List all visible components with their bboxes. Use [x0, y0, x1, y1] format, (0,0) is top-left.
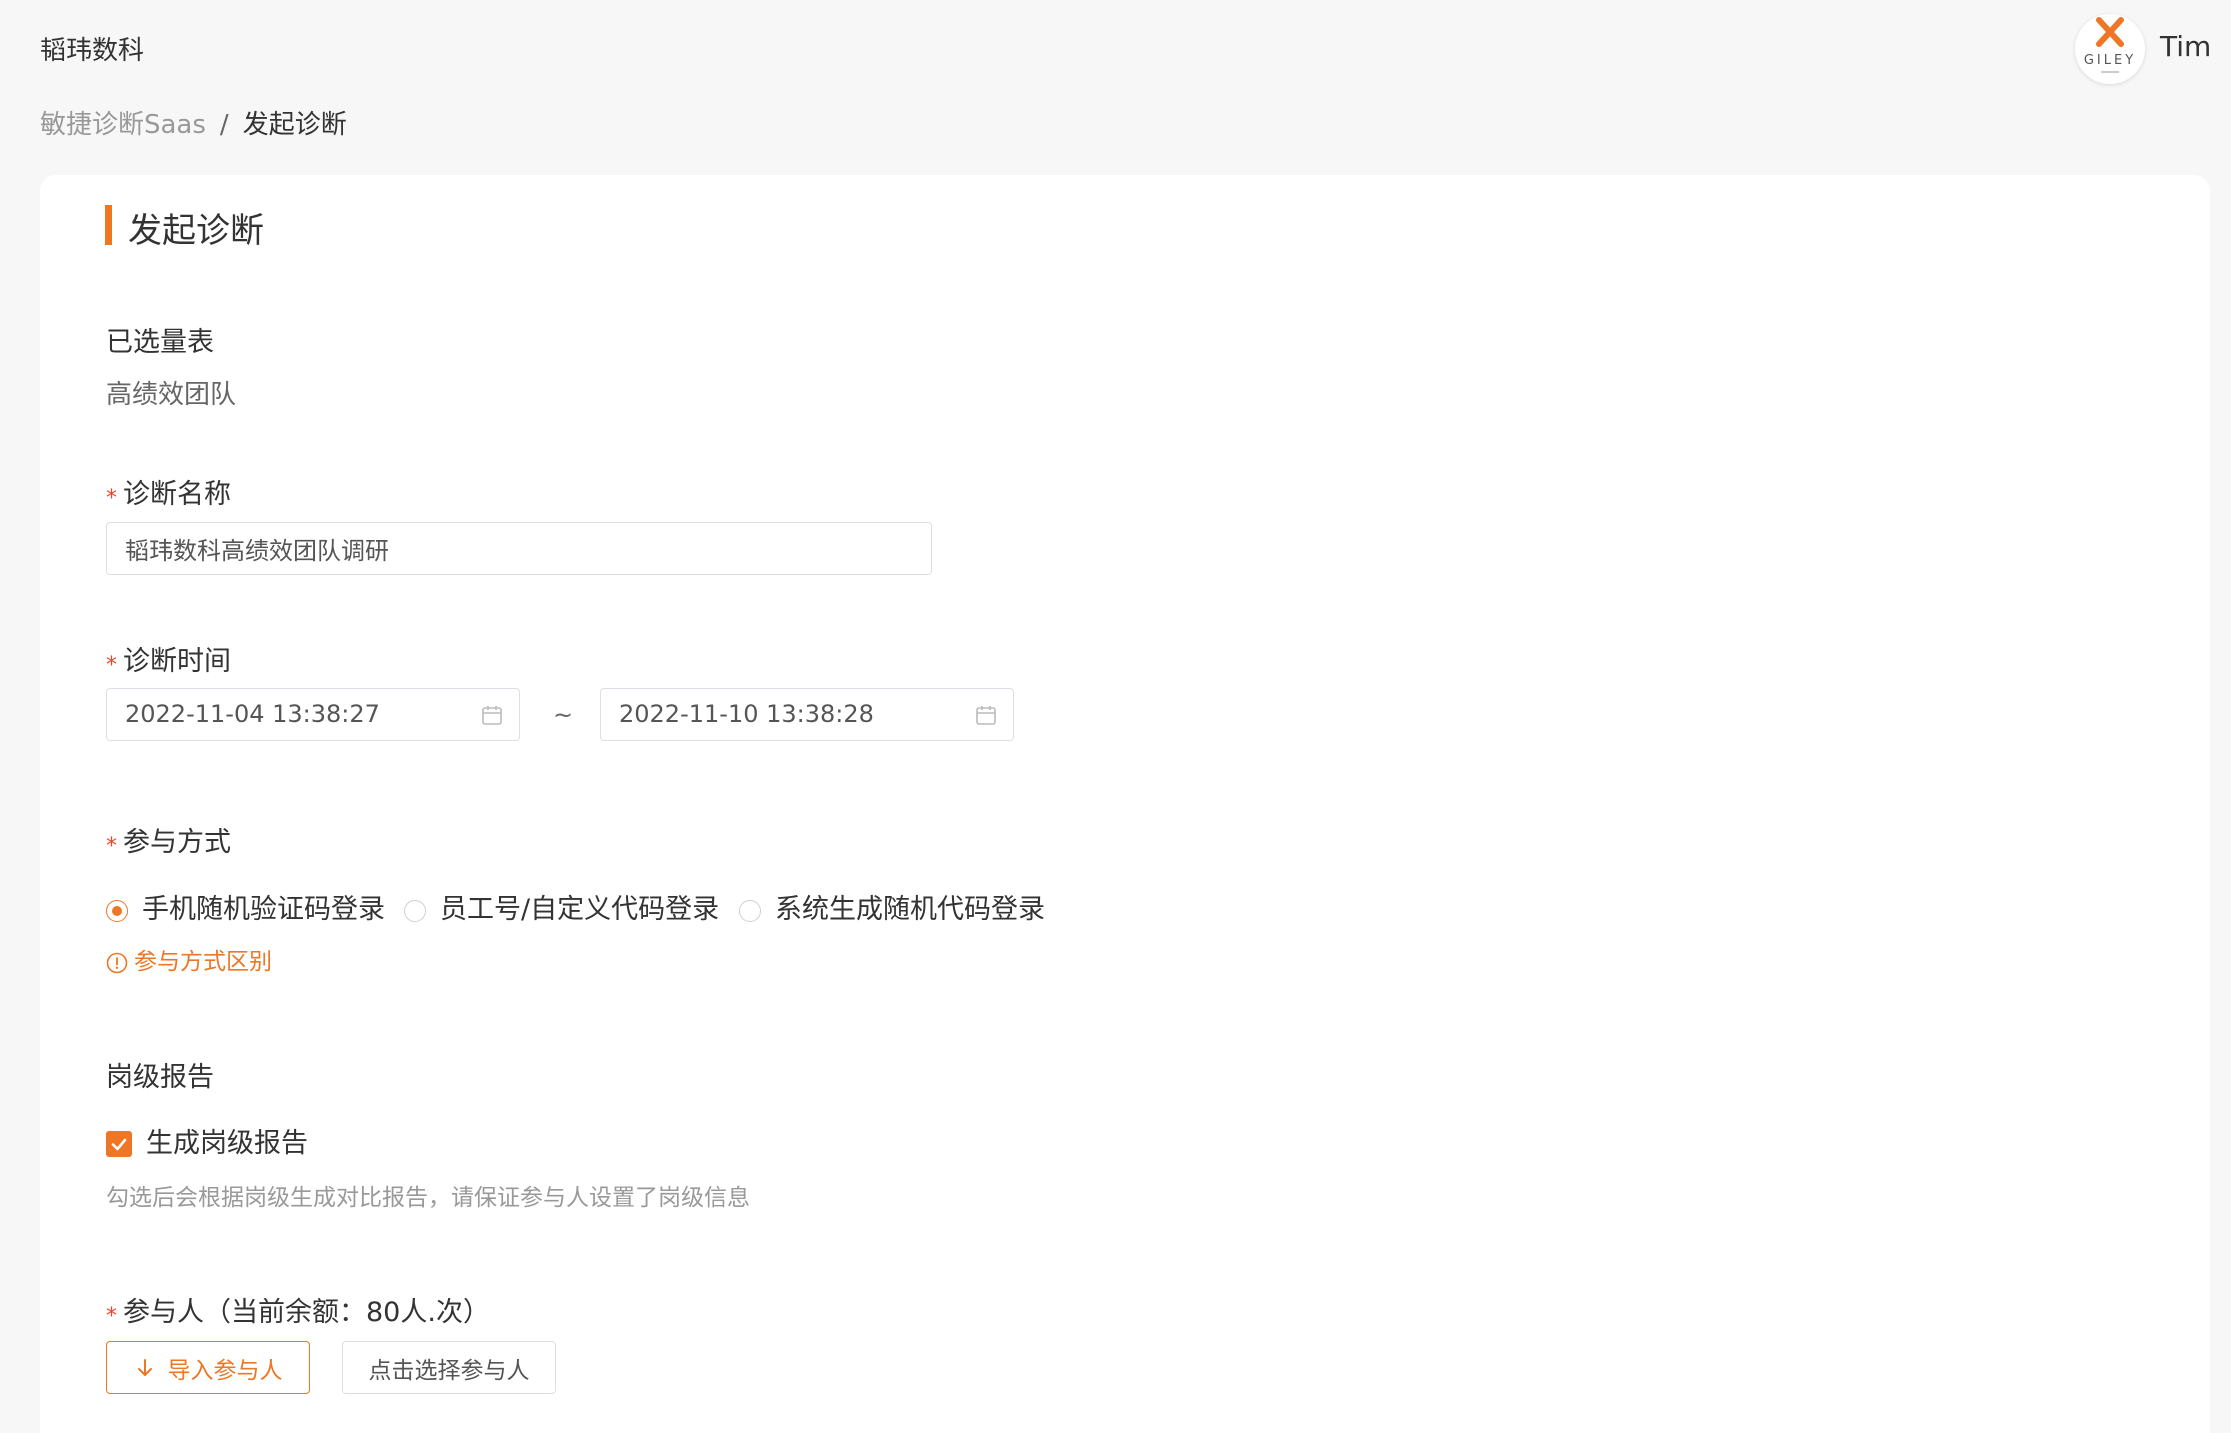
start-date-value: 2022-11-04 13:38:27 — [125, 700, 380, 728]
breadcrumb-current: 发起诊断 — [242, 110, 347, 140]
breadcrumb: 敏捷诊断Saas / 发起诊断 — [40, 104, 347, 141]
level-report-checkbox[interactable] — [106, 1131, 132, 1157]
select-participants-label: 点击选择参与人 — [368, 1357, 530, 1384]
required-mark: * — [106, 653, 117, 678]
breadcrumb-root-link[interactable]: 敏捷诊断Saas — [40, 110, 206, 140]
radio-button[interactable] — [739, 900, 761, 922]
end-date-value: 2022-11-10 13:38:28 — [619, 700, 874, 728]
participation-label: * 参与方式 — [106, 820, 231, 859]
calendar-icon[interactable] — [481, 704, 503, 726]
radio-option-phone-code[interactable]: 手机随机验证码登录 — [106, 887, 385, 926]
level-report-checkbox-label: 生成岗级报告 — [146, 1128, 308, 1159]
radio-button-checked[interactable] — [106, 900, 128, 922]
info-circle-icon — [106, 952, 128, 974]
form-card: 发起诊断 已选量表 高绩效团队 *诊断名称 *诊断时间 2022-11-04 1… — [40, 175, 2210, 1433]
required-mark: * — [106, 486, 117, 511]
start-date-picker[interactable]: 2022-11-04 13:38:27 — [106, 688, 520, 741]
import-participants-button[interactable]: 导入参与人 — [106, 1341, 310, 1394]
level-report-label: 岗级报告 — [106, 1062, 214, 1093]
participants-label-text: 参与人（当前余额：80人.次） — [123, 1297, 490, 1328]
participation-label-text: 参与方式 — [123, 827, 231, 858]
radio-option-system-code[interactable]: 系统生成随机代码登录 — [739, 887, 1045, 926]
selected-scale-label: 已选量表 — [106, 327, 214, 358]
avatar-logo-icon: GILEY — [2084, 17, 2136, 73]
check-icon — [111, 1138, 127, 1151]
user-name[interactable]: Tim — [2160, 30, 2211, 63]
avatar[interactable]: GILEY — [2075, 14, 2145, 84]
level-report-checkbox-row[interactable]: 生成岗级报告 — [106, 1121, 308, 1160]
radio-option-employee-code[interactable]: 员工号/自定义代码登录 — [404, 887, 719, 926]
breadcrumb-separator: / — [219, 110, 229, 140]
diagnosis-time-label-text: 诊断时间 — [123, 646, 231, 677]
top-bar: 韬玮数科 GILEY Tim — [0, 0, 2231, 96]
required-mark: * — [106, 834, 117, 859]
page-title: 发起诊断 — [128, 211, 264, 251]
avatar-logo-text: GILEY — [2084, 53, 2136, 68]
participation-diff-link[interactable]: 参与方式区别 — [106, 942, 272, 976]
brand-name: 韬玮数科 — [40, 36, 145, 66]
radio-option-label: 手机随机验证码登录 — [142, 894, 385, 925]
participants-label: * 参与人（当前余额：80人.次） — [106, 1290, 490, 1329]
radio-option-label: 系统生成随机代码登录 — [775, 894, 1045, 925]
arrow-down-icon — [137, 1358, 152, 1376]
diagnosis-name-input[interactable] — [106, 522, 932, 575]
level-report-hint: 勾选后会根据岗级生成对比报告，请保证参与人设置了岗级信息 — [106, 1185, 750, 1211]
date-range-separator: ~ — [553, 701, 574, 729]
select-participants-button[interactable]: 点击选择参与人 — [342, 1341, 556, 1394]
selected-scale-value: 高绩效团队 — [106, 380, 237, 410]
radio-button[interactable] — [404, 900, 426, 922]
diagnosis-name-label-text: 诊断名称 — [123, 479, 231, 510]
diagnosis-name-label: * 诊断名称 — [106, 472, 231, 511]
participation-diff-link-text: 参与方式区别 — [134, 949, 272, 975]
import-participants-label: 导入参与人 — [167, 1357, 283, 1384]
required-mark: * — [106, 1304, 117, 1329]
end-date-picker[interactable]: 2022-11-10 13:38:28 — [600, 688, 1014, 741]
radio-option-label: 员工号/自定义代码登录 — [440, 894, 720, 925]
diagnosis-time-label: * 诊断时间 — [106, 639, 231, 678]
calendar-icon[interactable] — [975, 704, 997, 726]
title-accent-bar — [105, 205, 112, 245]
